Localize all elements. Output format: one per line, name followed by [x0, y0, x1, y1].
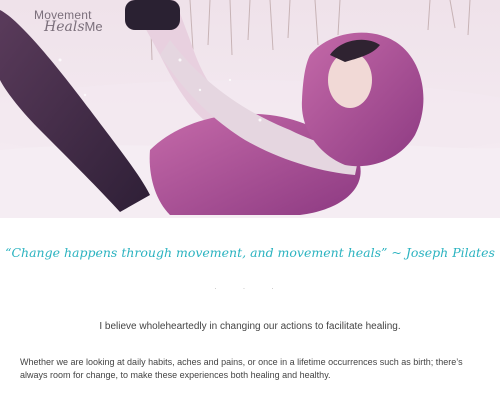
site-logo[interactable]: Movement HealsMe [34, 9, 103, 34]
logo-line2: HealsMe [44, 20, 103, 34]
hero-banner: Movement HealsMe [0, 0, 500, 218]
pilates-quote: “Change happens through movement, and mo… [5, 245, 495, 260]
belief-statement: I believe wholeheartedly in changing our… [99, 321, 401, 332]
logo-me: Me [84, 19, 103, 34]
logo-heals: Heals [44, 19, 85, 35]
section-separator: . . . [214, 282, 286, 291]
intro-paragraph: Whether we are looking at daily habits, … [20, 357, 463, 380]
